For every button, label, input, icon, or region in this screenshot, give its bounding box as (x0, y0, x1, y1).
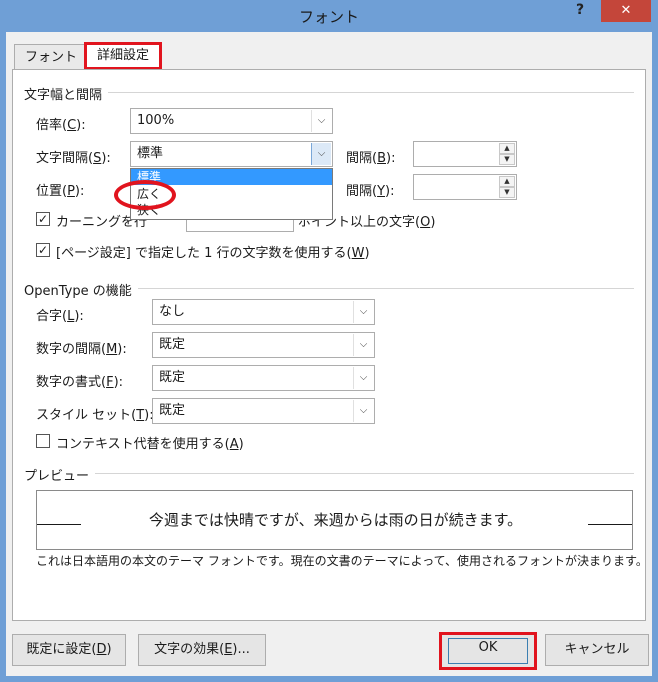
chevron-down-icon[interactable]: ⌵ (353, 334, 373, 356)
chevron-down-icon[interactable]: ⌵ (353, 367, 373, 389)
position-by-label: 間隔(Y): (346, 184, 395, 199)
spin-up-icon[interactable]: ▲ (499, 176, 515, 187)
spacing-by-label: 間隔(B): (346, 151, 396, 166)
ligatures-value: なし (159, 304, 186, 319)
section-divider (24, 473, 634, 474)
section-divider (24, 92, 634, 93)
tab-font[interactable]: フォント (14, 44, 89, 70)
preview-sample: 今週までは快晴ですが、来週からは雨の日が続きます。 (148, 511, 523, 529)
position-label: 位置(P): (36, 184, 85, 199)
scale-value: 100% (137, 113, 175, 128)
opentype-section-title: OpenType の機能 (24, 280, 138, 299)
text-effects-button[interactable]: 文字の効果(E)... (138, 634, 266, 666)
number-spacing-label: 数字の間隔(M): (36, 342, 127, 357)
chevron-down-icon[interactable]: ⌵ (353, 400, 373, 422)
set-default-button[interactable]: 既定に設定(D) (12, 634, 126, 666)
stylistic-sets-value: 既定 (159, 403, 186, 418)
preview-box: 今週までは快晴ですが、来週からは雨の日が続きます。 (36, 490, 633, 550)
chevron-down-icon[interactable]: ⌵ (353, 301, 373, 323)
spacing-combo[interactable]: 標準 ⌵ (130, 141, 333, 167)
number-forms-value: 既定 (159, 370, 186, 385)
stylistic-sets-combo[interactable]: 既定 ⌵ (152, 398, 375, 424)
spin-down-icon[interactable]: ▼ (499, 187, 515, 198)
spacing-value: 標準 (137, 146, 164, 161)
highlight-ellipse (114, 180, 176, 210)
checkmark-icon: ✓ (37, 243, 49, 257)
chevron-down-icon[interactable]: ⌵ (311, 143, 331, 165)
preview-section-title: プレビュー (24, 465, 96, 484)
scale-label: 倍率(C): (36, 118, 86, 133)
number-forms-combo[interactable]: 既定 ⌵ (152, 365, 375, 391)
close-button[interactable]: ✕ (601, 0, 651, 22)
number-spacing-combo[interactable]: 既定 ⌵ (152, 332, 375, 358)
cancel-button[interactable]: キャンセル (545, 634, 649, 666)
contextual-label: コンテキスト代替を使用する(A) (56, 437, 244, 452)
position-by-stepper[interactable]: ▲ ▼ (413, 174, 517, 200)
grid-checkbox[interactable]: ✓ (36, 243, 50, 257)
ligatures-label: 合字(L): (36, 309, 84, 324)
ok-button[interactable]: OK (439, 632, 537, 670)
contextual-checkbox[interactable] (36, 434, 50, 448)
stylistic-sets-label: スタイル セット(T): (36, 408, 154, 423)
grid-label: [ページ設定] で指定した 1 行の文字数を使用する(W) (56, 246, 370, 261)
ligatures-combo[interactable]: なし ⌵ (152, 299, 375, 325)
spin-down-icon[interactable]: ▼ (499, 154, 515, 165)
spacing-section-title: 文字幅と間隔 (24, 84, 109, 103)
window-title: フォント (298, 8, 359, 26)
chevron-down-icon[interactable]: ⌵ (311, 110, 331, 132)
scale-combo[interactable]: 100% ⌵ (130, 108, 333, 134)
spacing-label: 文字間隔(S): (36, 151, 111, 166)
number-forms-label: 数字の書式(F): (36, 375, 124, 390)
spacing-by-stepper[interactable]: ▲ ▼ (413, 141, 517, 167)
checkmark-icon: ✓ (37, 212, 49, 226)
ok-label: OK (478, 640, 498, 655)
preview-note: これは日本語用の本文のテーマ フォントです。現在の文書のテーマによって、使用され… (36, 554, 648, 568)
spin-up-icon[interactable]: ▲ (499, 143, 515, 154)
close-icon: ✕ (620, 3, 632, 18)
tab-advanced[interactable]: 詳細設定 (84, 42, 163, 70)
number-spacing-value: 既定 (159, 337, 186, 352)
kerning-checkbox[interactable]: ✓ (36, 212, 50, 226)
help-button[interactable]: ? (568, 2, 592, 26)
